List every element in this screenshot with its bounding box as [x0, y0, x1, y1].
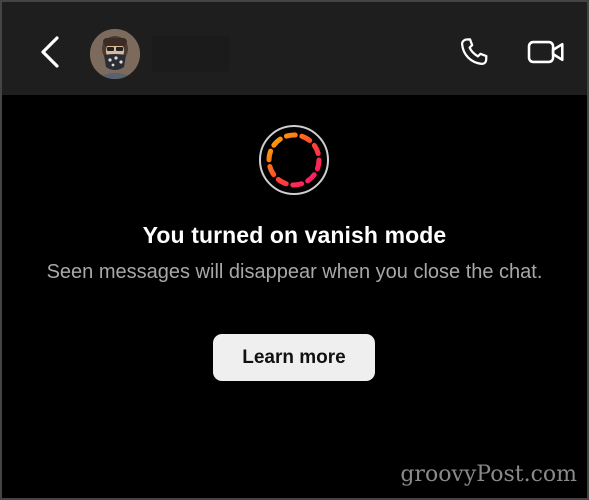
- video-call-button[interactable]: [524, 32, 568, 72]
- contact-name-redacted[interactable]: [152, 36, 230, 72]
- vanish-mode-subtitle: Seen messages will disappear when you cl…: [46, 261, 543, 283]
- voice-call-button[interactable]: [454, 32, 494, 72]
- vanish-mode-ring-icon: [259, 125, 329, 195]
- contact-avatar-image: [90, 29, 140, 79]
- learn-more-button[interactable]: Learn more: [213, 334, 375, 381]
- phone-icon: [460, 38, 488, 66]
- avatar[interactable]: [90, 29, 140, 79]
- vanish-mode-title: You turned on vanish mode: [142, 222, 447, 248]
- watermark-text: groovyPost.com: [400, 462, 577, 487]
- video-camera-icon: [527, 40, 564, 64]
- back-button[interactable]: [32, 30, 68, 74]
- chevron-left-icon: [41, 36, 59, 68]
- chat-header: [2, 2, 587, 95]
